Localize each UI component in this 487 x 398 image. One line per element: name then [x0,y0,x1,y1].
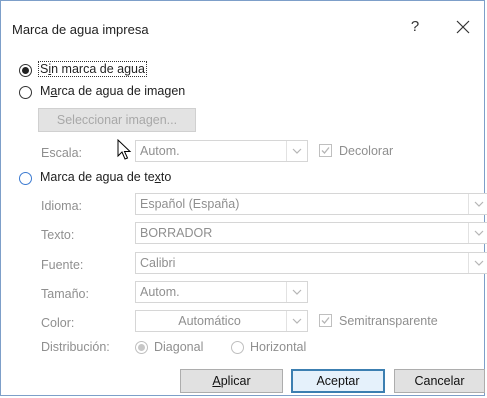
apply-button-accesskey: A [212,374,221,388]
font-combobox[interactable]: Calibri [135,252,487,274]
picture-watermark-label-rest: rca de agua de imagen [57,84,186,98]
no-watermark-label[interactable]: Sin marca de agua [38,61,147,77]
chevron-down-icon [292,318,302,324]
washout-checkbox[interactable] [319,144,332,157]
color-value: Automático [178,314,241,328]
mouse-cursor-icon [117,139,132,160]
washout-label: Decolorar [339,144,394,158]
semitransparent-label: Semitransparente [339,314,438,328]
color-label: Color: [41,316,75,330]
picture-watermark-radio[interactable] [19,86,32,99]
language-combobox[interactable]: Español (España) [135,193,487,215]
no-watermark-label-rest: n marca de agua [51,62,145,76]
diagonal-radio[interactable] [135,341,148,354]
text-watermark-label-prefix: Marca de agua de te [40,170,155,184]
picture-watermark-label[interactable]: Marca de agua de imagen [40,84,185,98]
color-dropdown-arrow[interactable] [286,311,307,331]
cancel-button[interactable]: Cancelar [394,369,485,393]
font-label: Fuente: [41,258,84,272]
chevron-down-icon [292,148,302,154]
horizontal-radio[interactable] [231,341,244,354]
size-value: Autom. [140,285,180,299]
close-button[interactable] [456,16,476,38]
title-bar: Marca de agua impresa ? [1,1,484,45]
dialog-title: Marca de agua impresa [12,22,149,37]
no-watermark-radio[interactable] [19,64,32,77]
text-combobox[interactable]: BORRADOR [135,222,487,244]
font-value: Calibri [140,256,176,270]
text-label: Texto: [41,228,75,242]
checkmark-icon [321,147,330,154]
focus-indicator: Sin marca de agua [38,61,147,77]
chevron-down-icon [292,289,302,295]
apply-button-label: plicar [220,374,251,388]
close-icon [456,20,470,34]
semitransparent-checkbox[interactable] [319,314,332,327]
chevron-down-icon [474,201,484,207]
help-button[interactable]: ? [405,18,425,38]
scale-label: Escala: [41,146,82,160]
checkmark-icon [321,317,330,324]
picture-watermark-label-prefix: M [40,84,51,98]
layout-label: Distribución: [41,340,110,354]
scale-value: Autom. [140,144,180,158]
ok-button[interactable]: Aceptar [291,369,385,393]
scale-dropdown-arrow[interactable] [286,141,307,161]
chevron-down-icon [474,230,484,236]
text-value: BORRADOR [140,226,213,240]
size-label: Tamaño: [41,287,89,301]
text-watermark-label[interactable]: Marca de agua de texto [40,170,171,184]
horizontal-label[interactable]: Horizontal [250,340,306,354]
language-label: Idioma: [41,199,82,213]
watermark-dialog: Marca de agua impresa ? Sin marca de agu… [0,0,487,396]
select-picture-button[interactable]: Seleccionar imagen... [38,108,196,132]
diagonal-label[interactable]: Diagonal [154,340,203,354]
size-dropdown-arrow[interactable] [286,282,307,302]
chevron-down-icon [474,260,484,266]
color-combobox[interactable]: Automático [135,310,308,332]
text-watermark-label-rest: to [160,170,172,184]
text-watermark-radio[interactable] [19,172,32,185]
font-dropdown-arrow[interactable] [468,253,487,273]
size-combobox[interactable]: Autom. [135,281,308,303]
language-value: Español (España) [140,197,240,211]
language-dropdown-arrow[interactable] [468,194,487,214]
scale-combobox[interactable]: Autom. [135,140,308,162]
text-dropdown-arrow[interactable] [468,223,487,243]
apply-button[interactable]: Aplicar [180,369,283,393]
